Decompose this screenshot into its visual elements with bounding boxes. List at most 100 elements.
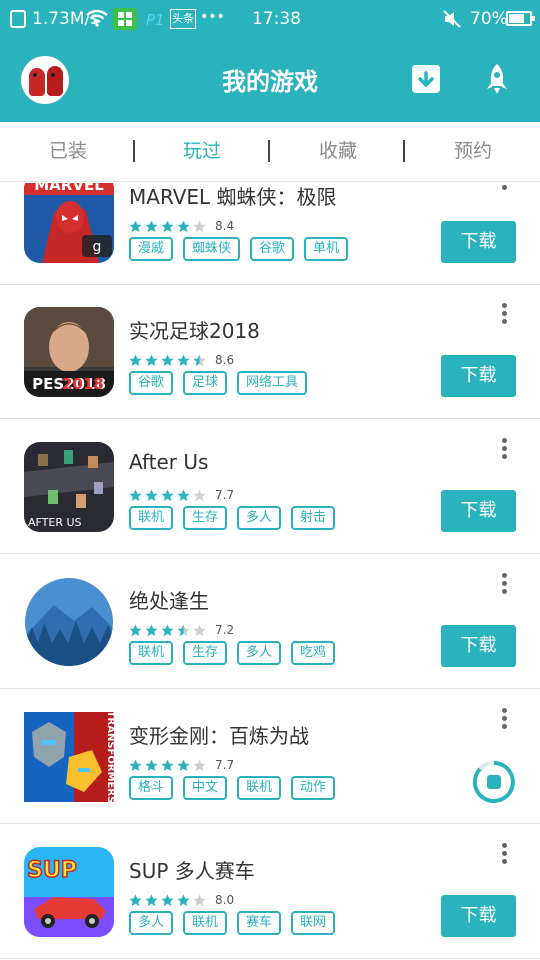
game-tag[interactable]: 多人 [237, 506, 282, 530]
star-icon [193, 354, 206, 366]
game-row[interactable]: AFTER US After Us 7.7 联机 生存 多人 射击 下载 [0, 420, 540, 554]
star-icon [161, 220, 174, 232]
rating-score: 8.4 [215, 219, 235, 233]
star-icon [161, 894, 174, 906]
star-icon [145, 624, 158, 636]
game-tag[interactable]: 谷歌 [250, 237, 295, 261]
star-icon [161, 354, 174, 366]
app-header: 我的游戏 [0, 38, 540, 122]
game-row[interactable]: MARVEL g MARVEL 蜘蛛侠：极限 8.4 漫威 蜘蛛侠 谷歌 单机 下载 [0, 183, 540, 285]
game-tag[interactable]: 漫威 [129, 237, 174, 261]
game-tag[interactable]: 格斗 [129, 776, 174, 800]
game-title: 绝处逢生 [129, 589, 209, 613]
speed-boost-icon[interactable] [480, 62, 514, 96]
download-button[interactable]: 下载 [441, 625, 516, 667]
star-icon [193, 759, 206, 771]
game-tag[interactable]: 网络工具 [237, 371, 308, 395]
game-tag[interactable]: 生存 [183, 641, 228, 665]
more-options-icon[interactable] [498, 573, 510, 595]
game-row[interactable]: PES2018 2018 实况足球2018 8.6 谷歌 足球 网络工具 下载 [0, 285, 540, 419]
mountain-forest-icon [24, 577, 114, 667]
tag-list: 联机 生存 多人 吃鸡 [129, 641, 345, 665]
rating-score: 7.2 [215, 623, 235, 637]
star-icon [145, 354, 158, 366]
notification-icon [10, 10, 26, 28]
star-icon [193, 624, 206, 636]
game-tag[interactable]: 联机 [129, 641, 174, 665]
svg-text:g: g [93, 239, 102, 255]
more-options-icon[interactable] [498, 708, 510, 730]
pause-download-icon[interactable] [472, 760, 516, 804]
star-icon [193, 220, 206, 232]
tag-list: 漫威 蜘蛛侠 谷歌 单机 [129, 237, 358, 261]
game-tag[interactable]: 赛车 [237, 911, 282, 935]
download-button[interactable]: 下载 [441, 355, 516, 397]
svg-text:AFTER US: AFTER US [28, 516, 82, 529]
download-button[interactable]: 下载 [441, 221, 516, 263]
game-tag[interactable]: 足球 [183, 371, 228, 395]
download-button[interactable]: 下载 [441, 895, 516, 937]
tag-list: 格斗 中文 联机 动作 [129, 776, 345, 800]
game-tag[interactable]: 蜘蛛侠 [183, 237, 241, 261]
more-options-icon[interactable] [498, 438, 510, 460]
game-row[interactable]: TRANSFORMERS 变形金刚：百炼为战 7.7 格斗 中文 联机 动作 [0, 690, 540, 824]
tab-reservations[interactable]: 预约 [418, 122, 528, 182]
game-tag[interactable]: 生存 [183, 506, 228, 530]
game-tag[interactable]: 单机 [304, 237, 349, 261]
more-options-icon[interactable] [498, 843, 510, 865]
star-icon [129, 489, 142, 501]
game-row[interactable]: 绝处逢生 7.2 联机 生存 多人 吃鸡 下载 [0, 555, 540, 689]
star-icon [177, 894, 190, 906]
more-options-icon[interactable] [498, 183, 510, 191]
game-tag[interactable]: 多人 [129, 911, 174, 935]
game-tag[interactable]: 多人 [237, 641, 282, 665]
tab-divider [133, 140, 135, 162]
star-icon [145, 759, 158, 771]
game-tag[interactable]: 射击 [291, 506, 336, 530]
tab-divider [403, 140, 405, 162]
rating-score: 7.7 [215, 758, 235, 772]
game-title: After Us [129, 450, 209, 474]
star-icon [177, 759, 190, 771]
game-title: MARVEL 蜘蛛侠：极限 [129, 185, 337, 209]
star-icon [145, 894, 158, 906]
svg-text:TRANSFORMERS: TRANSFORMERS [105, 712, 114, 802]
after-us-icon: AFTER US [24, 442, 114, 532]
star-rating: 7.2 [129, 622, 234, 638]
star-icon [193, 894, 206, 906]
game-tag[interactable]: 联机 [129, 506, 174, 530]
game-list: MARVEL g MARVEL 蜘蛛侠：极限 8.4 漫威 蜘蛛侠 谷歌 单机 下载 … [0, 183, 540, 960]
app-notification-icon [113, 8, 137, 30]
game-row[interactable]: SUP SUP 多人赛车 8.0 多人 联机 赛车 联网 下载 [0, 825, 540, 959]
clock: 17:38 [252, 9, 301, 29]
game-tag[interactable]: 联机 [237, 776, 282, 800]
download-button[interactable]: 下载 [441, 490, 516, 532]
more-notifications-icon: ••• [200, 9, 225, 25]
sup-racing-icon: SUP [24, 847, 114, 937]
status-bar: 1.73M/s P1 头条 ••• 17:38 70% [0, 0, 540, 38]
star-icon [161, 489, 174, 501]
download-manager-icon[interactable] [409, 62, 443, 96]
game-tag[interactable]: 联机 [183, 911, 228, 935]
game-tag[interactable]: 联网 [291, 911, 336, 935]
more-options-icon[interactable] [498, 303, 510, 325]
transformers-icon: TRANSFORMERS [24, 712, 114, 802]
star-icon [161, 759, 174, 771]
star-icon [193, 489, 206, 501]
star-icon [129, 220, 142, 232]
game-tag[interactable]: 谷歌 [129, 371, 174, 395]
game-tag[interactable]: 中文 [183, 776, 228, 800]
tab-bar: 已装 玩过 收藏 预约 [0, 122, 540, 182]
game-tag[interactable]: 动作 [291, 776, 336, 800]
tab-installed[interactable]: 已装 [13, 122, 123, 182]
rating-score: 8.0 [215, 893, 235, 907]
tag-list: 联机 生存 多人 射击 [129, 506, 345, 530]
game-title: 变形金刚：百炼为战 [129, 724, 309, 748]
tag-list: 多人 联机 赛车 联网 [129, 911, 345, 935]
game-tag[interactable]: 吃鸡 [291, 641, 336, 665]
tab-favorites[interactable]: 收藏 [283, 122, 393, 182]
star-icon [161, 624, 174, 636]
star-icon [129, 354, 142, 366]
tab-played[interactable]: 玩过 [147, 122, 257, 182]
tab-divider [268, 140, 270, 162]
